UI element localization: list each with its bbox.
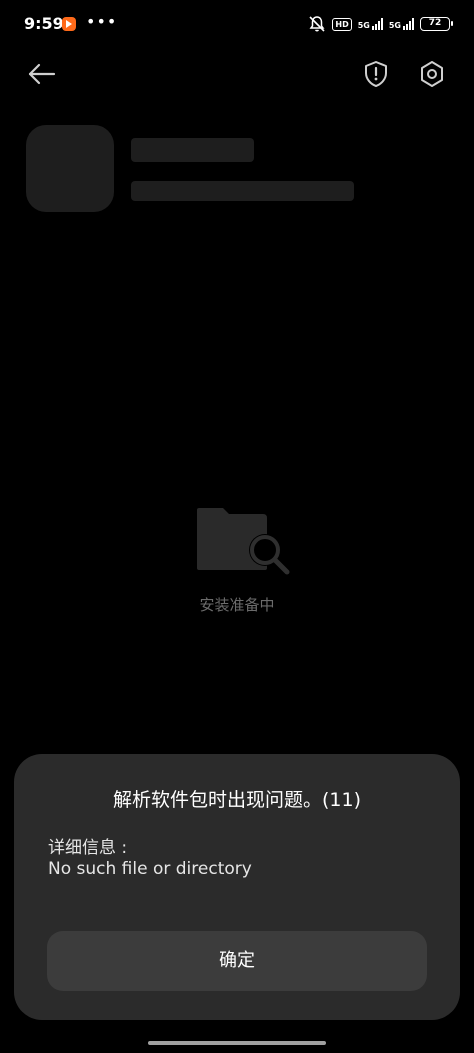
- status-bar: 9:59 ••• HD 5G 5G 72: [0, 0, 474, 48]
- app-icon-placeholder: [26, 125, 114, 212]
- arrow-left-icon: [28, 63, 56, 85]
- app-notification-icon: [62, 17, 76, 31]
- network-type-1: 5G: [357, 21, 370, 30]
- security-button[interactable]: [362, 58, 390, 90]
- detail-label: 详细信息 :: [48, 838, 128, 858]
- dialog-title: 解析软件包时出现问题。(11): [112, 789, 361, 811]
- ok-button[interactable]: 确定: [47, 931, 427, 991]
- signal-1-icon: 5G: [358, 18, 383, 30]
- more-notifications-icon: •••: [86, 12, 118, 31]
- folder-search-icon: [197, 508, 290, 575]
- back-button[interactable]: [26, 58, 58, 90]
- detail-message: No such file or directory: [48, 859, 252, 879]
- error-dialog: 解析软件包时出现问题。(11) 详细信息 : No such file or d…: [14, 754, 460, 1020]
- hd-voice-icon: HD: [332, 17, 352, 31]
- status-time: 9:59: [24, 14, 64, 33]
- installer-screen: 9:59 ••• HD 5G 5G 72 安装准备中 解析软件包时出现问题。(1…: [0, 0, 474, 1053]
- install-status-text: 安装准备中: [199, 596, 275, 614]
- mute-bell-icon: [309, 16, 325, 32]
- battery-icon: 72: [420, 17, 453, 31]
- status-indicators: HD 5G 5G 72: [308, 14, 453, 34]
- signal-2-icon: 5G: [389, 18, 414, 30]
- home-indicator[interactable]: [148, 1041, 326, 1045]
- settings-button[interactable]: [417, 58, 447, 90]
- network-type-2: 5G: [388, 21, 401, 30]
- settings-hex-icon: [421, 61, 443, 87]
- app-name-placeholder: [131, 138, 254, 162]
- app-info-placeholder: [131, 181, 354, 201]
- shield-alert-icon: [365, 61, 387, 87]
